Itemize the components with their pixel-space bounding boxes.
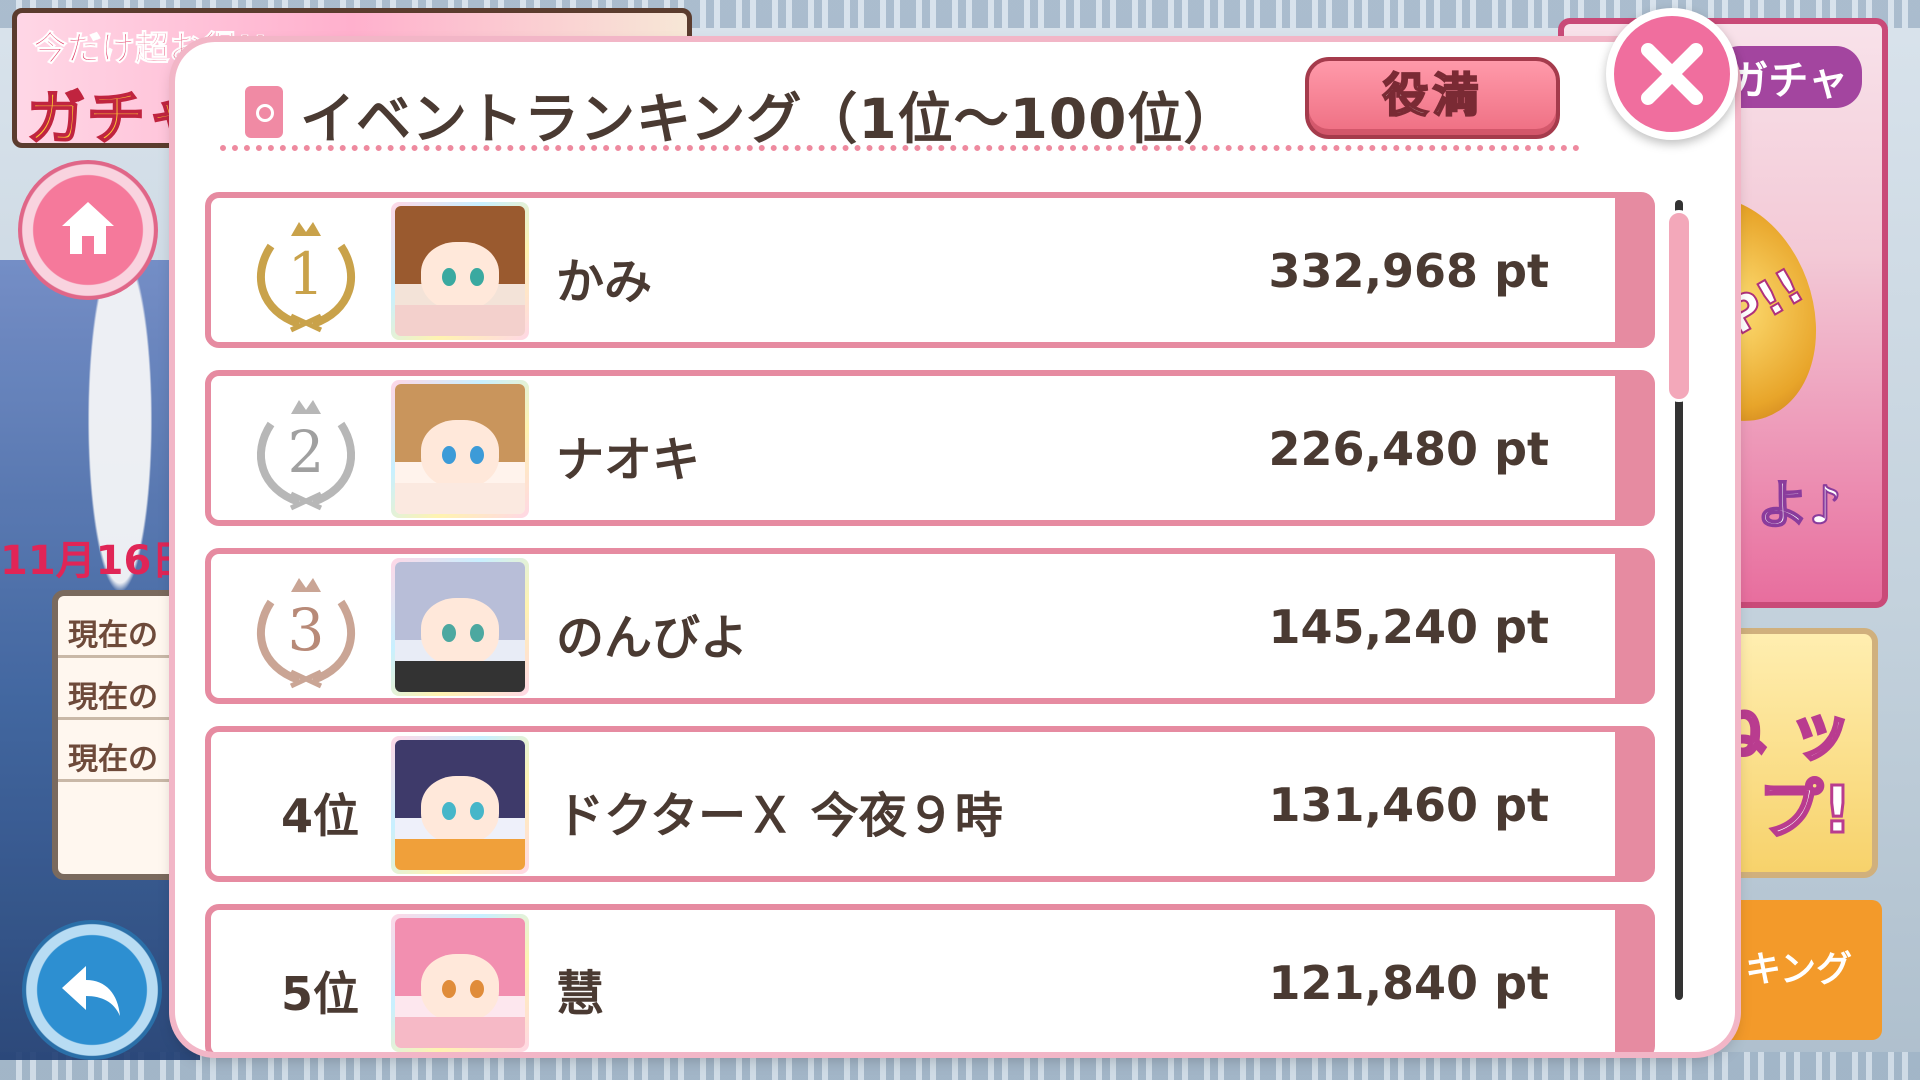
row-stripe [1615,910,1649,1052]
back-button[interactable] [22,920,162,1060]
ranking-row[interactable]: 3 のんびよ 145,240 pt [205,548,1655,704]
player-score: 145,240 pt [1268,600,1549,654]
row-stripe [1615,376,1649,520]
player-name: かみ [556,254,653,310]
event-ranking-dialog: イベントランキング（1位～100位） 役満 1 かみ 332,968 pt 2 … [175,42,1735,1052]
ranking-row[interactable]: 5位 慧 121,840 pt [205,904,1655,1052]
player-name: 慧 [556,966,605,1022]
ranking-row[interactable]: 4位 ドクターＸ 今夜９時 131,460 pt [205,726,1655,882]
yakuman-button-label: 役満 [1382,67,1483,123]
player-avatar[interactable] [391,380,529,518]
player-avatar[interactable] [391,736,529,874]
row-stripe [1615,198,1649,342]
back-arrow-icon [62,966,120,1016]
row-stripe [1615,732,1649,876]
title-divider [220,145,1580,151]
rank-label: 4位 [281,789,360,843]
player-score: 131,460 pt [1268,778,1549,832]
home-icon [62,202,114,254]
home-button[interactable] [18,160,158,300]
rank-label: 5位 [281,967,360,1021]
rank-number: 3 [288,596,325,664]
player-score: 332,968 pt [1268,244,1549,298]
event-date: 11月16日 [0,538,192,584]
gold-crown-icon: 1 [256,222,356,333]
player-name: ドクターＸ 今夜９時 [556,788,1003,844]
ranking-menu-label: キング [1745,949,1852,990]
player-avatar[interactable] [391,202,529,340]
player-name: のんびよ [556,610,749,666]
close-button[interactable] [1606,8,1738,140]
bottom-border-pattern [0,1052,1920,1080]
player-avatar[interactable] [391,914,529,1052]
player-avatar[interactable] [391,558,529,696]
ranking-list[interactable]: 1 かみ 332,968 pt 2 ナオキ 226,480 pt 3 のんびよ … [205,192,1655,1052]
player-score: 121,840 pt [1268,956,1549,1010]
yakuman-button[interactable]: 役満 [1305,57,1560,139]
dialog-title: イベントランキング（1位～100位） [300,87,1240,151]
rank-number: 1 [288,240,325,308]
close-icon [1641,43,1703,105]
ranking-row[interactable]: 2 ナオキ 226,480 pt [205,370,1655,526]
ranking-row[interactable]: 1 かみ 332,968 pt [205,192,1655,348]
player-name: ナオキ [556,432,701,488]
player-score: 226,480 pt [1268,422,1549,476]
rank-number: 2 [288,418,325,486]
row-stripe [1615,554,1649,698]
silver-crown-icon: 2 [256,400,356,511]
ranking-scroll-thumb[interactable] [1666,210,1692,402]
bronze-crown-icon: 3 [256,578,356,689]
ticket-icon [245,86,283,138]
